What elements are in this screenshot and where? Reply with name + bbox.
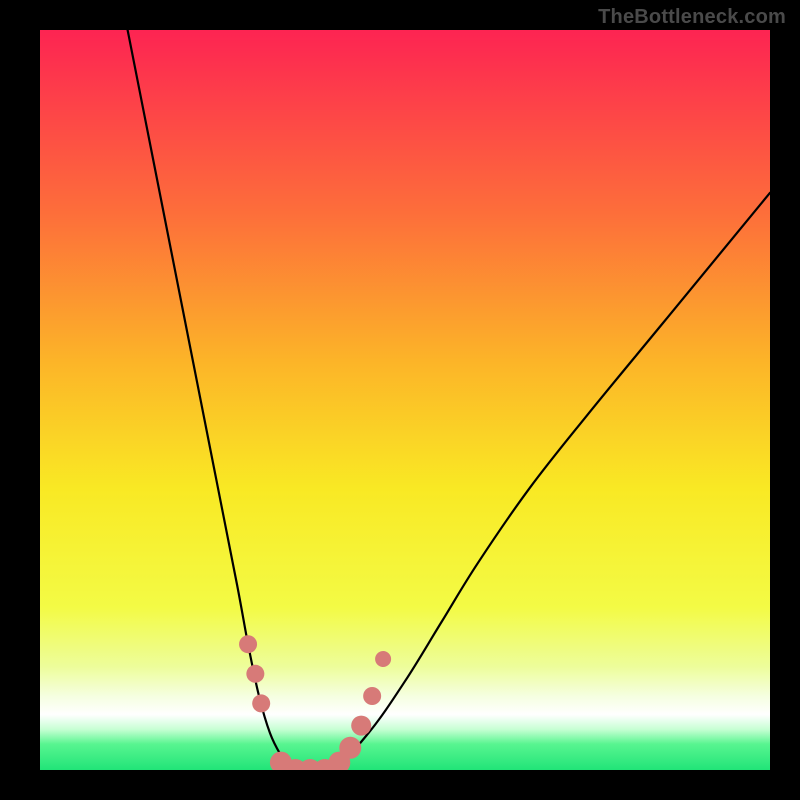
plot-area <box>40 30 770 770</box>
chart-canvas <box>40 30 770 770</box>
highlight-dot <box>375 651 391 667</box>
highlight-dot <box>252 694 270 712</box>
highlight-dot <box>351 716 371 736</box>
chart-frame: TheBottleneck.com <box>0 0 800 800</box>
highlight-dot <box>246 665 264 683</box>
highlight-dot <box>239 635 257 653</box>
highlight-dot <box>363 687 381 705</box>
highlight-dot <box>339 737 361 759</box>
watermark-text: TheBottleneck.com <box>598 6 786 29</box>
